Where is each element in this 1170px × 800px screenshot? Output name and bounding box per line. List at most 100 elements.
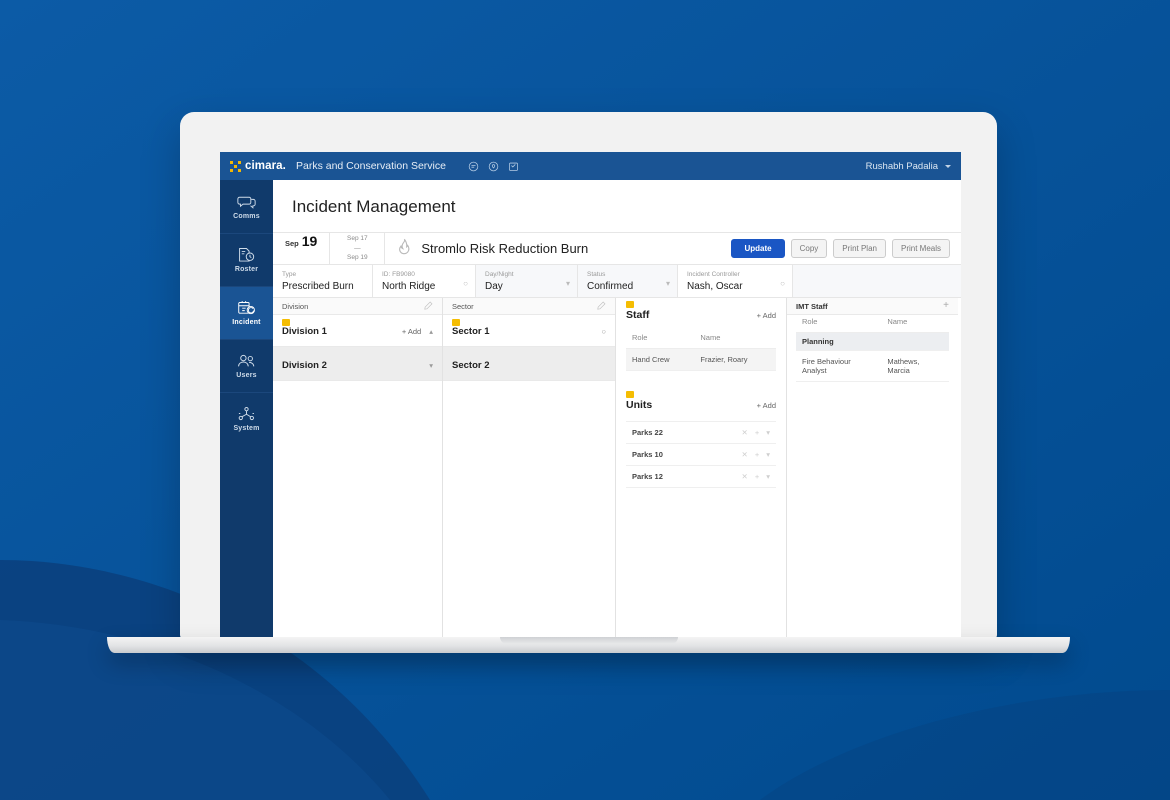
app-topbar: cimara. Parks and Conservation Service R… <box>220 152 961 180</box>
sidebar-item-label: Comms <box>233 212 260 220</box>
incident-actions: Update Copy Print Plan Print Meals <box>731 233 961 264</box>
division-node[interactable]: Division 1 + Add ▴ <box>273 315 442 347</box>
plus-icon[interactable]: + <box>755 450 759 459</box>
division-column: Division Division 1 + Add ▴ Division 2 ▾ <box>273 298 443 637</box>
meta-field-controller[interactable]: Incident Controller Nash, Oscar ○ <box>678 265 793 297</box>
meta-value: Nash, Oscar <box>687 280 743 292</box>
close-icon[interactable]: ✕ <box>742 472 748 481</box>
chevron-up-icon[interactable]: ▴ <box>429 327 433 336</box>
sidebar-item-label: Incident <box>232 319 261 326</box>
staff-name: Frazier, Roary <box>694 348 776 371</box>
unit-name: Parks 10 <box>632 450 663 459</box>
sidebar-item-roster[interactable]: Roster <box>220 233 273 286</box>
table-header-row: Role Name <box>796 315 949 333</box>
incident-calendar-icon <box>237 300 256 316</box>
meta-label: Type <box>282 271 297 279</box>
meta-value: North Ridge <box>382 280 436 292</box>
print-plan-button[interactable]: Print Plan <box>833 239 886 258</box>
staff-add-button[interactable]: + Add <box>757 311 776 320</box>
meta-value: Prescribed Burn <box>282 280 354 292</box>
refresh-icon[interactable]: ○ <box>463 279 468 288</box>
chevron-down-icon[interactable]: ▾ <box>766 450 770 459</box>
date-month: Sep <box>285 239 299 248</box>
meta-field-status[interactable]: Status Confirmed ▾ <box>578 265 678 297</box>
user-menu[interactable]: Rushabh Padalia <box>866 161 951 172</box>
sidebar-item-system[interactable]: System <box>220 392 273 445</box>
current-date[interactable]: Sep 19 <box>273 233 329 264</box>
plus-icon[interactable]: + <box>755 428 759 437</box>
division-node[interactable]: Division 2 ▾ <box>273 347 442 381</box>
staff-col-name: Name <box>694 331 776 349</box>
chevron-down-icon[interactable]: ▾ <box>766 472 770 481</box>
list-item[interactable]: Parks 12 ✕ + ▾ <box>626 466 776 488</box>
division-name: Division 2 <box>282 360 327 371</box>
chevron-down-icon[interactable]: ▾ <box>666 279 670 288</box>
topbar-icon-group <box>468 161 519 172</box>
chevron-down-icon[interactable]: ▾ <box>566 279 570 288</box>
sector-node[interactable]: Sector 1 ○ <box>443 315 615 347</box>
imt-staff-header: IMT Staff + <box>787 298 958 315</box>
sidebar-item-users[interactable]: Users <box>220 339 273 392</box>
page-title: Incident Management <box>292 197 456 216</box>
range-start: Sep 17 <box>347 235 368 243</box>
copy-button[interactable]: Copy <box>790 239 828 258</box>
sidebar-item-incident[interactable]: Incident <box>220 286 273 339</box>
print-meals-button[interactable]: Print Meals <box>891 239 950 258</box>
meta-field-type[interactable]: Type Prescribed Burn <box>273 265 373 297</box>
incident-title-group: Stromlo Risk Reduction Burn <box>385 233 731 264</box>
circle-icon[interactable]: ○ <box>601 327 606 336</box>
meta-label: Status <box>587 271 606 279</box>
meta-field-location[interactable]: ID: FB9080 North Ridge ○ <box>373 265 476 297</box>
imt-role: Fire Behaviour Analyst <box>796 350 882 382</box>
range-dash: — <box>354 244 361 252</box>
close-icon[interactable]: ✕ <box>742 428 748 437</box>
sidebar-item-comms[interactable]: Comms <box>220 180 273 233</box>
table-row[interactable]: Fire Behaviour Analyst Mathews, Marcia <box>796 350 949 382</box>
sidebar-item-label: System <box>233 425 260 432</box>
meta-field-empty <box>793 265 961 297</box>
pencil-icon[interactable] <box>597 297 606 315</box>
incident-meta-bar: Type Prescribed Burn ID: FB9080 North Ri… <box>273 265 961 298</box>
incident-columns: Division Division 1 + Add ▴ Division 2 ▾… <box>273 298 961 637</box>
sidebar-item-label: Roster <box>234 266 259 273</box>
brand-logo[interactable]: cimara. <box>230 160 286 172</box>
table-row[interactable]: Hand Crew Frazier, Roary <box>626 348 776 371</box>
users-icon <box>237 353 256 369</box>
status-tag <box>452 319 460 326</box>
units-panel-title: Units <box>626 399 653 411</box>
brand-logo-text: cimara. <box>245 160 286 172</box>
imt-staff-column: IMT Staff + Role Name Planning Fire Beha… <box>787 298 958 637</box>
plus-icon[interactable]: + <box>943 301 949 311</box>
imt-col-role: Role <box>796 315 882 333</box>
sidebar: Comms Roster Incident Users System <box>220 180 273 637</box>
laptop-trackpad-notch <box>499 637 678 644</box>
division-column-header: Division <box>273 298 442 315</box>
chevron-down-icon[interactable]: ▾ <box>766 428 770 437</box>
date-range[interactable]: Sep 17 — Sep 19 <box>329 233 386 264</box>
calendar-check-icon[interactable] <box>508 161 519 172</box>
meta-field-daynight[interactable]: Day/Night Day ▾ <box>476 265 578 297</box>
imt-staff-title: IMT Staff <box>796 301 828 311</box>
pencil-icon[interactable] <box>424 297 433 315</box>
main-content: Incident Management Sep 19 Sep 17 — Sep … <box>273 180 961 637</box>
update-button[interactable]: Update <box>731 239 785 258</box>
list-item[interactable]: Parks 22 ✕ + ▾ <box>626 422 776 444</box>
division-add-button[interactable]: + Add <box>402 327 421 336</box>
close-icon[interactable]: ✕ <box>742 450 748 459</box>
table-group-row[interactable]: Planning <box>796 332 949 351</box>
imt-col-name: Name <box>881 315 949 333</box>
list-item[interactable]: Parks 10 ✕ + ▾ <box>626 444 776 466</box>
refresh-icon[interactable]: ○ <box>780 279 785 288</box>
division-name: Division 1 <box>282 326 327 337</box>
range-end: Sep 19 <box>347 254 368 262</box>
chat-icon[interactable] <box>468 161 479 172</box>
units-add-button[interactable]: + Add <box>757 401 776 410</box>
status-tag <box>282 319 290 326</box>
sector-node[interactable]: Sector 2 <box>443 347 615 381</box>
plus-icon[interactable]: + <box>755 472 759 481</box>
chevron-down-icon[interactable]: ▾ <box>429 361 433 370</box>
division-header-label: Division <box>282 301 309 311</box>
location-pin-icon[interactable] <box>488 161 499 172</box>
staff-table: Role Name Hand Crew Frazier, Roary <box>626 331 776 371</box>
cimara-logo-mark-icon <box>230 160 241 172</box>
